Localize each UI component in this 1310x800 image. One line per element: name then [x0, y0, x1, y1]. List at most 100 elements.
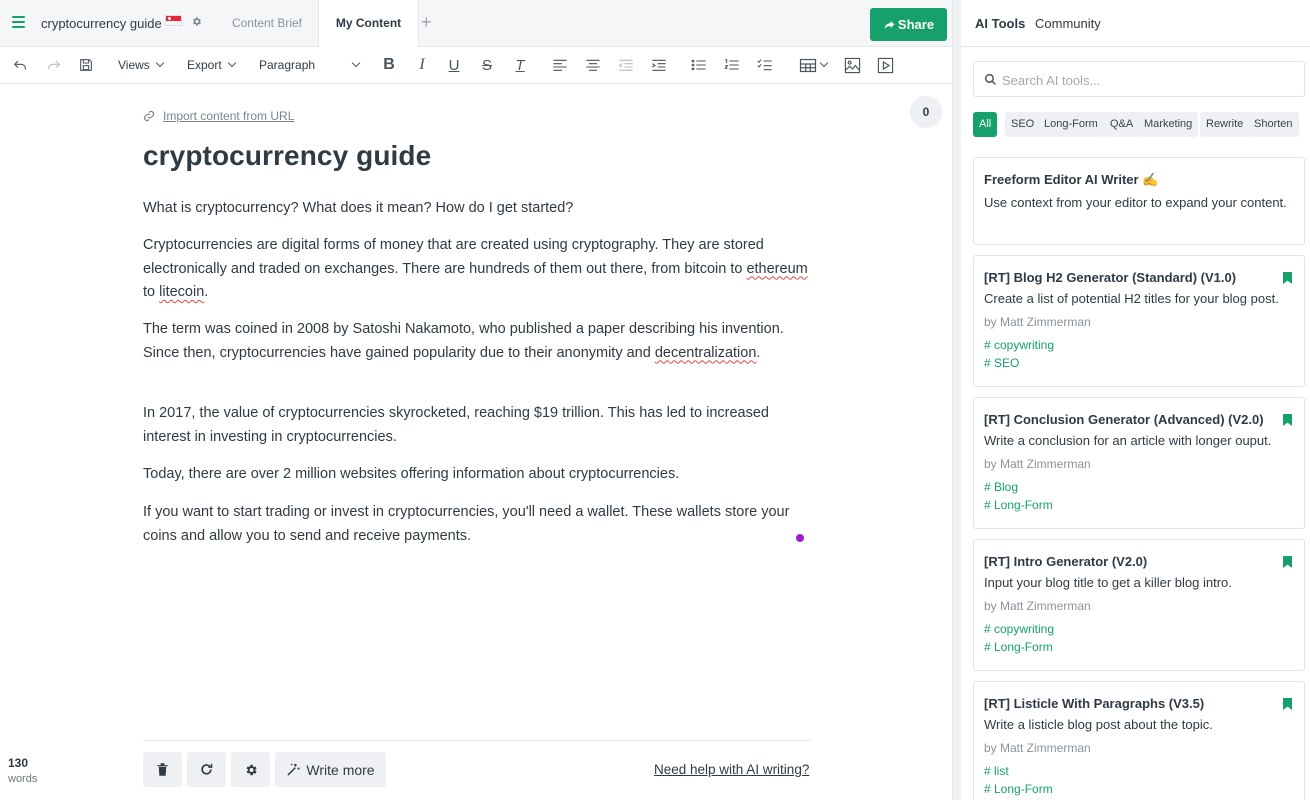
card-description: Input your blog title to get a killer bl… [984, 575, 1232, 590]
insert-image-icon[interactable] [842, 55, 862, 75]
tab-content-brief[interactable]: Content Brief [216, 0, 318, 47]
misspelled-word[interactable]: decentralization [655, 345, 757, 361]
card-tag[interactable]: # Long-Form [984, 782, 1053, 796]
paragraph-5[interactable]: Today, there are over 2 million websites… [143, 463, 811, 487]
import-from-url-link[interactable]: Import content from URL [143, 109, 294, 123]
card-tag[interactable]: # copywriting [984, 338, 1054, 352]
paragraph-4[interactable]: In 2017, the value of cryptocurrencies s… [143, 402, 811, 449]
card-tag[interactable]: # Long-Form [984, 640, 1053, 654]
bookmark-icon[interactable] [1283, 556, 1292, 568]
bullet-list-icon[interactable] [689, 55, 709, 75]
filter-long-form[interactable]: Long-Form [1038, 112, 1104, 137]
ai-tool-card[interactable]: [RT] Blog H2 Generator (Standard) (V1.0)… [973, 255, 1305, 387]
card-title: [RT] Listicle With Paragraphs (V3.5) [984, 696, 1205, 711]
card-title: Freeform Editor AI Writer ✍️ [984, 172, 1159, 187]
filter-seo[interactable]: SEO [1005, 112, 1041, 137]
filter-marketing[interactable]: Marketing [1138, 112, 1199, 137]
word-count: 130 words [8, 756, 37, 785]
document-title[interactable]: cryptocurrency guide [41, 16, 162, 31]
comment-count-badge[interactable]: 0 [910, 96, 942, 128]
ai-tool-card[interactable]: [RT] Listicle With Paragraphs (V3.5) Wri… [973, 681, 1305, 800]
bookmark-icon[interactable] [1283, 272, 1292, 284]
paragraph-2-text: to [143, 284, 160, 300]
table-icon [799, 58, 817, 72]
undo-icon[interactable] [10, 55, 30, 75]
redo-icon[interactable] [44, 55, 64, 75]
paragraph-format-select[interactable]: Paragraph [259, 55, 361, 75]
card-description: Write a conclusion for an article with l… [984, 433, 1272, 448]
card-tag[interactable]: # SEO [984, 356, 1019, 370]
trash-icon [157, 763, 168, 776]
top-bar: cryptocurrency guide Content Brief My Co… [0, 0, 952, 48]
numbered-list-icon[interactable] [722, 55, 742, 75]
paragraph-2-text: . [204, 284, 209, 300]
strikethrough-button[interactable]: S [478, 55, 496, 75]
tab-my-content[interactable]: My Content [318, 0, 419, 48]
add-tab-button[interactable]: + [421, 12, 432, 33]
share-button[interactable]: Share [870, 8, 947, 41]
align-left-icon[interactable] [550, 55, 570, 75]
singapore-flag-icon [165, 15, 182, 26]
italic-button[interactable]: I [413, 55, 431, 75]
card-description: Write a listicle blog post about the top… [984, 717, 1213, 732]
filter-qa[interactable]: Q&A [1104, 112, 1140, 137]
bookmark-icon[interactable] [1283, 414, 1292, 426]
document-settings-icon[interactable] [191, 16, 202, 30]
export-dropdown[interactable]: Export [187, 55, 242, 75]
outdent-icon[interactable] [616, 55, 636, 75]
ai-tool-card[interactable]: Freeform Editor AI Writer ✍️ Use context… [973, 157, 1305, 245]
regenerate-button[interactable] [187, 752, 226, 787]
clear-formatting-button[interactable]: T [511, 55, 529, 75]
underline-button[interactable]: U [445, 55, 463, 75]
insert-video-icon[interactable] [875, 55, 895, 75]
word-count-label: words [8, 773, 38, 785]
card-author: by Matt Zimmerman [984, 457, 1091, 471]
document-heading[interactable]: cryptocurrency guide [143, 140, 431, 172]
card-tag[interactable]: # copywriting [984, 622, 1054, 636]
card-description: Create a list of potential H2 titles for… [984, 291, 1279, 306]
delete-button[interactable] [143, 752, 182, 787]
cursor-indicator-dot [796, 534, 804, 542]
ai-writing-help-link[interactable]: Need help with AI writing? [654, 762, 809, 777]
misspelled-word[interactable]: ethereum [746, 261, 807, 277]
search-icon [984, 73, 996, 85]
menu-icon[interactable] [12, 16, 25, 28]
tab-community[interactable]: Community [1035, 16, 1101, 31]
chevron-down-icon [155, 58, 165, 68]
paragraph-6[interactable]: If you want to start trading or invest i… [143, 501, 811, 548]
card-tag[interactable]: # Blog [984, 480, 1018, 494]
share-icon [884, 21, 895, 29]
bookmark-icon[interactable] [1283, 698, 1292, 710]
ai-settings-button[interactable] [231, 752, 270, 787]
checklist-icon[interactable] [755, 55, 775, 75]
card-tag[interactable]: # Long-Form [984, 498, 1053, 512]
write-more-button[interactable]: Write more [275, 752, 386, 787]
ai-tools-pane: AI Tools Community All SEO Long-Form Q&A… [961, 0, 1310, 800]
paragraph-1[interactable]: What is cryptocurrency? What does it mea… [143, 197, 811, 221]
pane-resize-handle[interactable] [952, 0, 961, 800]
misspelled-word[interactable]: litecoin [159, 284, 204, 300]
indent-icon[interactable] [649, 55, 669, 75]
tab-ai-tools[interactable]: AI Tools [975, 16, 1025, 31]
card-title: [RT] Conclusion Generator (Advanced) (V2… [984, 412, 1264, 427]
card-tag[interactable]: # list [984, 764, 1009, 778]
card-title: [RT] Intro Generator (V2.0) [984, 554, 1148, 569]
filter-rewrite[interactable]: Rewrite [1200, 112, 1250, 137]
paragraph-3-text: . [756, 344, 761, 361]
bold-button[interactable]: B [380, 55, 398, 75]
ai-tool-card[interactable]: [RT] Conclusion Generator (Advanced) (V2… [973, 397, 1305, 529]
ai-tool-card[interactable]: [RT] Intro Generator (V2.0) Input your b… [973, 539, 1305, 671]
share-label: Share [897, 17, 935, 32]
paragraph-3[interactable]: The term was coined in 2008 by Satoshi N… [143, 318, 811, 365]
table-dropdown[interactable] [795, 55, 831, 75]
views-dropdown[interactable]: Views [118, 55, 168, 75]
filter-all[interactable]: All [973, 112, 998, 137]
filter-shorten[interactable]: Shorten [1248, 112, 1299, 137]
paragraph-2[interactable]: Cryptocurrencies are digital forms of mo… [143, 234, 811, 305]
export-label: Export [187, 58, 222, 72]
paragraph-2-text: Cryptocurrencies are digital forms of mo… [143, 237, 764, 277]
search-input[interactable] [1002, 70, 1292, 90]
save-icon[interactable] [76, 55, 96, 75]
paragraph-format-label: Paragraph [259, 58, 316, 72]
align-center-icon[interactable] [583, 55, 603, 75]
